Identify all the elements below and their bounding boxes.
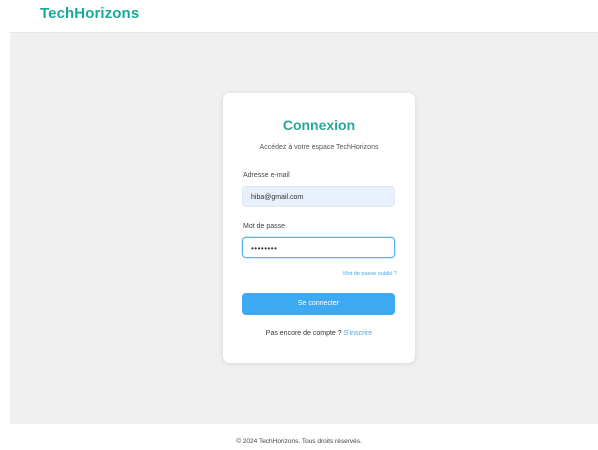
email-label: Adresse e-mail [243,172,290,179]
login-card: Connexion Accédez à votre espace TechHor… [223,93,415,363]
brand-logo-text[interactable]: TechHorizons [40,5,139,22]
signup-link[interactable]: S'inscrire [344,330,373,337]
forgot-password-link[interactable]: Mot de passe oublié ? [343,271,397,277]
top-header: TechHorizons [0,0,598,32]
signup-prompt: Pas encore de compte ? [265,330,342,337]
main-area: Connexion Accédez à votre espace TechHor… [10,32,598,424]
login-subtitle: Accédez à votre espace TechHorizons [259,144,379,151]
login-button[interactable]: Se connecter [242,293,395,315]
signup-row: Pas encore de compte ? S'inscrire [223,330,415,337]
footer-text: © 2024 TechHorizons. Tous droits réservé… [236,438,362,445]
password-label: Mot de passe [243,223,286,230]
login-title: Connexion [282,117,356,133]
password-field[interactable]: •••••••• [242,237,395,258]
email-field[interactable]: hiba@gmail.com [242,186,395,207]
